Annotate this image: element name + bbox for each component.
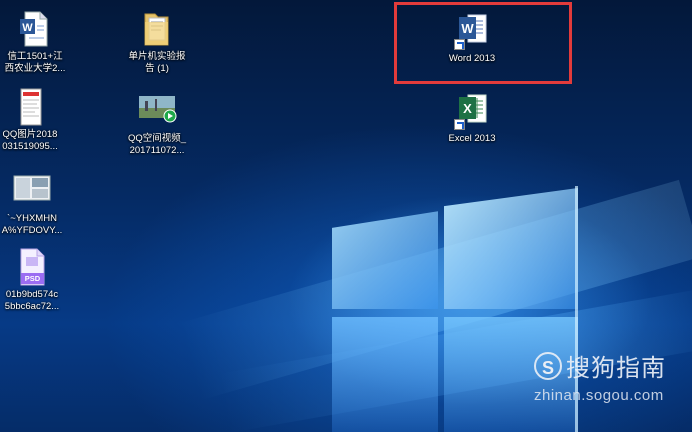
watermark-url: zhinan.sogou.com [534,387,664,404]
svg-text:X: X [463,101,472,116]
windows-logo-pane-top-left [332,211,438,309]
icon-label: 单片机实验报 告 (1) [128,51,186,74]
video-file-icon [137,92,177,130]
icon-label: `~YHXMHN A%YFDOVY... [1,213,63,236]
desktop-icon-image-thumbnail[interactable]: `~YHXMHN A%YFDOVY... [0,172,72,237]
desktop-icon-word-document[interactable]: W 信工1501+江 西农业大学2... [0,10,75,75]
psd-file-icon: PSD [14,248,50,286]
sogou-watermark: S 搜狗指南 zhinan.sogou.com [534,348,666,404]
desktop-icon-excel-2013[interactable]: X Excel 2013 [432,92,512,145]
desktop-background[interactable]: W 信工1501+江 西农业大学2... 单片机实验报 告 (1) W Word… [0,0,692,432]
desktop-icon-folder[interactable]: 单片机实验报 告 (1) [117,10,197,75]
shortcut-arrow-icon [454,119,465,130]
highlight-box [394,2,572,84]
psd-badge: PSD [24,274,41,283]
icon-label: QQ图片2018 031519095... [2,129,58,152]
desktop-icon-psd-file[interactable]: PSD 01b9bd574c 5bbc6ac72... [0,248,72,313]
image-thumbnail-icon [12,172,52,210]
icon-label: QQ空间视频_ 201711072... [127,133,187,156]
icon-label: Excel 2013 [448,133,496,144]
icon-label: 信工1501+江 西农业大学2... [4,51,66,74]
watermark-text: 搜狗指南 [566,355,666,382]
word-document-icon: W [17,10,53,48]
svg-text:W: W [22,22,33,34]
windows-logo-pane-bottom-left [332,317,438,432]
desktop-icon-qq-image[interactable]: QQ图片2018 031519095... [0,88,70,153]
image-file-icon [12,88,48,126]
desktop-icon-qq-video[interactable]: QQ空间视频_ 201711072... [117,92,197,157]
excel-app-icon: X [454,92,490,130]
icon-label: 01b9bd574c 5bbc6ac72... [4,289,60,312]
windows-logo-pane-top-right [444,188,578,309]
folder-icon [139,10,175,48]
sogou-logo-icon: S [534,351,562,380]
